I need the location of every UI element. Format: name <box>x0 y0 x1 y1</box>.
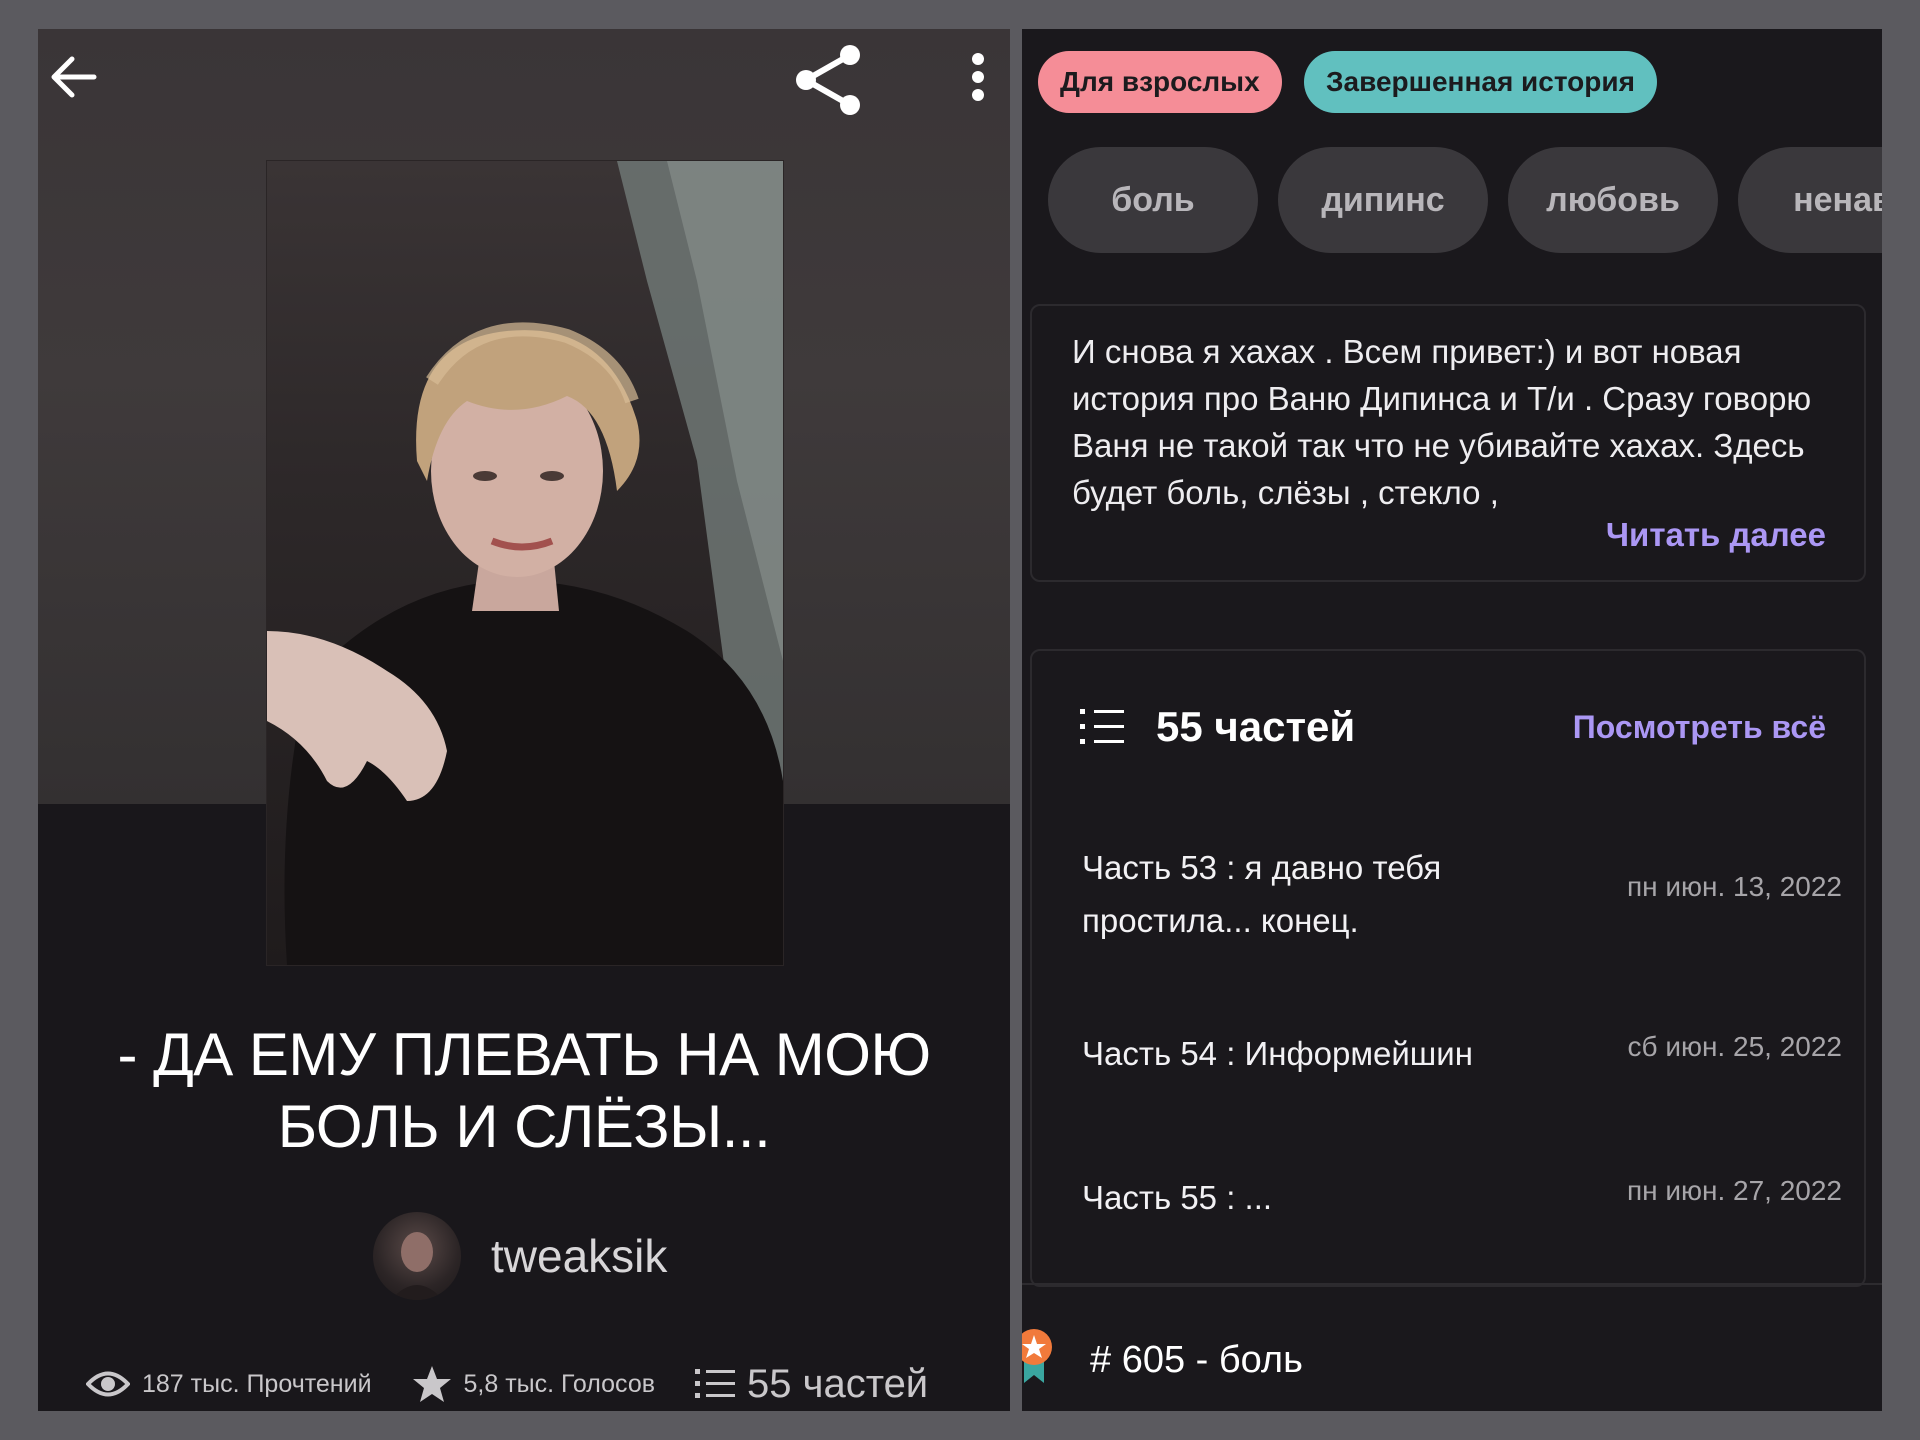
votes-count: 5,8 тыс. Голосов <box>463 1369 655 1398</box>
view-all-link[interactable]: Посмотреть всё <box>1573 709 1826 746</box>
tag-item[interactable]: ненав <box>1738 147 1882 253</box>
share-icon <box>796 45 860 115</box>
parts-stat: 55 частей <box>695 1362 928 1407</box>
part-title: Часть 53 : я давно тебя простила... коне… <box>1082 849 1442 939</box>
arrow-left-icon <box>51 56 97 98</box>
more-vertical-icon <box>972 53 984 101</box>
story-stats: 187 тыс. Прочтений 5,8 тыс. Голосов 55 ч… <box>86 1359 1006 1409</box>
ranking-badge-icon <box>1022 1329 1052 1383</box>
tag-item[interactable]: любовь <box>1508 147 1718 253</box>
part-title: Часть 54 : Информейшин <box>1082 1035 1473 1072</box>
part-date: пн июн. 13, 2022 <box>1626 871 1842 902</box>
author-row[interactable]: tweaksik <box>373 1211 667 1301</box>
story-description: И снова я хахах . Всем привет:) и вот но… <box>1072 333 1812 511</box>
part-date: сб июн. 25, 2022 <box>1627 1031 1842 1062</box>
story-details-panel: Для взрослых Завершенная история боль ди… <box>1022 29 1882 1411</box>
parts-count: 55 частей <box>1156 703 1356 750</box>
list-icon <box>695 1369 735 1398</box>
divider <box>1022 1283 1882 1285</box>
part-date: пн июн. 27, 2022 <box>1626 1175 1842 1206</box>
story-cover-panel: - ДА ЕМУ ПЛЕВАТЬ НА МОЮ БОЛЬ И СЛЁЗЫ... … <box>38 29 1010 1411</box>
reads-count: 187 тыс. Прочтений <box>142 1369 372 1398</box>
description-card: И снова я хахах . Всем привет:) и вот но… <box>1030 304 1866 582</box>
story-title: - ДА ЕМУ ПЛЕВАТЬ НА МОЮ БОЛЬ И СЛЁЗЫ... <box>117 1021 931 1160</box>
more-options-button[interactable] <box>958 49 998 109</box>
eye-icon <box>86 1371 130 1397</box>
cover-image <box>267 161 783 965</box>
parts-count-stat: 55 частей <box>747 1361 929 1406</box>
parts-card: 55 частей Посмотреть всё Часть 53 : я да… <box>1030 649 1866 1287</box>
author-name[interactable]: tweaksik <box>491 1229 667 1283</box>
star-icon <box>412 1366 451 1402</box>
completed-badge[interactable]: Завершенная история <box>1304 51 1657 113</box>
reads-stat: 187 тыс. Прочтений <box>86 1369 372 1399</box>
votes-stat: 5,8 тыс. Голосов <box>412 1364 655 1404</box>
tag-item[interactable]: дипинс <box>1278 147 1488 253</box>
tag-item[interactable]: боль <box>1048 147 1258 253</box>
part-title: Часть 55 : ... <box>1082 1179 1273 1216</box>
list-icon <box>1080 709 1124 744</box>
tag-list: боль дипинс любовь ненав <box>1048 147 1882 253</box>
back-button[interactable] <box>46 47 106 107</box>
author-avatar[interactable] <box>373 1212 461 1300</box>
ranking-label[interactable]: # 605 - боль <box>1090 1339 1303 1382</box>
mature-badge[interactable]: Для взрослых <box>1038 51 1282 113</box>
read-more-link[interactable]: Читать далее <box>1606 516 1826 554</box>
share-button[interactable] <box>788 41 868 119</box>
